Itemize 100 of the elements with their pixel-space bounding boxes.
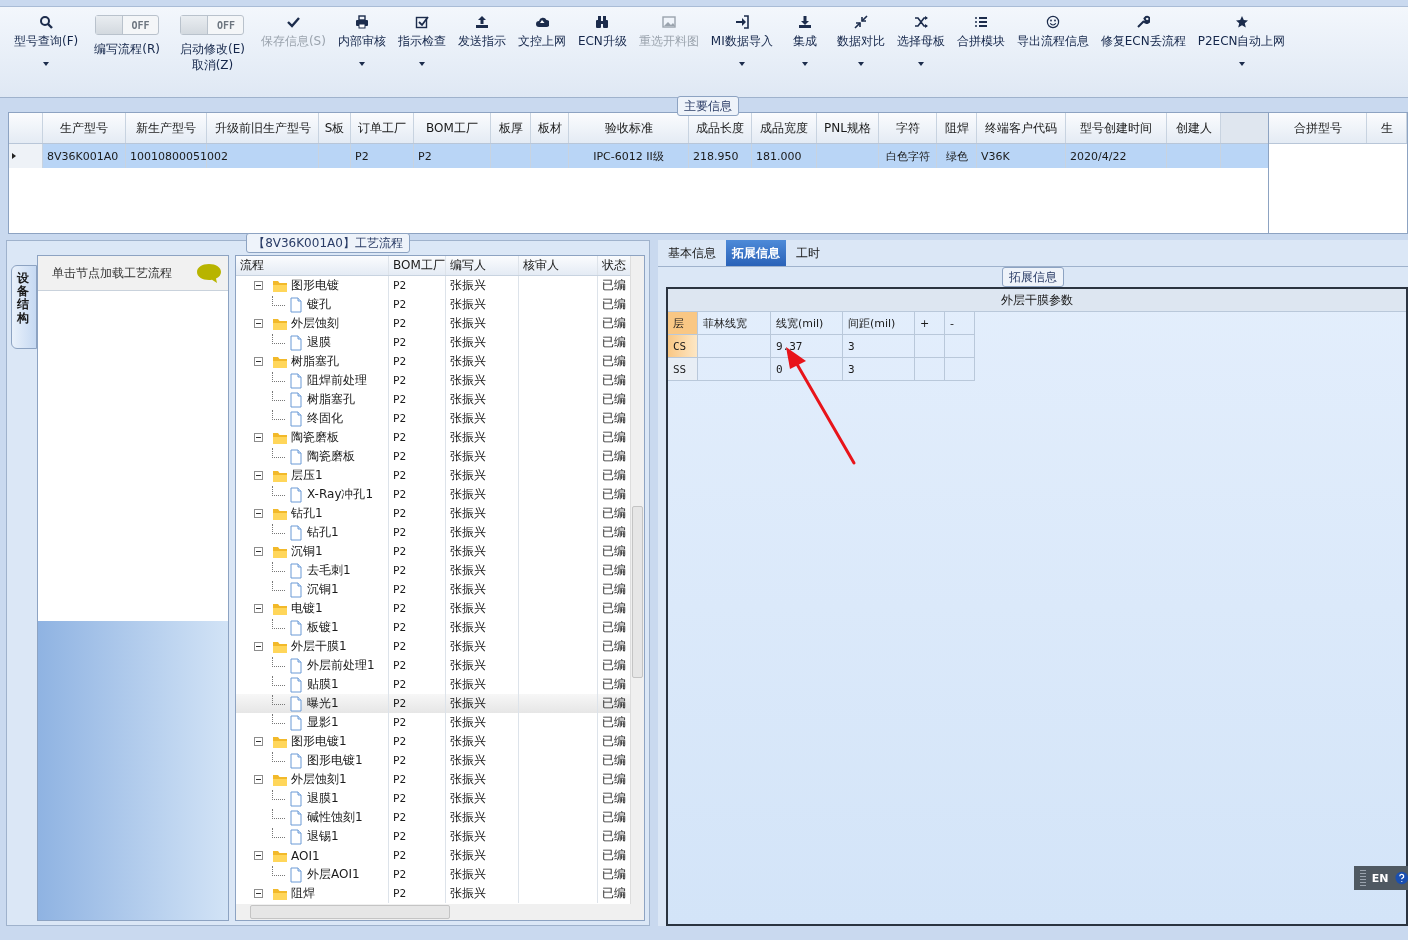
document-icon	[288, 581, 304, 598]
column-header[interactable]: 编写人	[446, 256, 519, 275]
toolbar-button[interactable]: 指示检查	[391, 15, 452, 69]
scrollbar[interactable]	[236, 904, 644, 920]
table-cell: 张振兴	[450, 790, 486, 807]
caret-icon[interactable]	[857, 62, 864, 66]
column-header[interactable]: 型号创建时间	[1066, 113, 1167, 143]
collapse-icon[interactable]	[254, 737, 263, 746]
caret-icon[interactable]	[43, 62, 50, 66]
column-header[interactable]: BOM工厂	[389, 256, 446, 275]
node-label: 曝光1	[307, 695, 339, 712]
collapse-icon[interactable]	[254, 547, 263, 556]
table-cell: 张振兴	[450, 429, 486, 446]
table-cell: P2	[393, 583, 407, 596]
column-header[interactable]: 成品宽度	[752, 113, 817, 143]
table-cell: 已编	[602, 866, 626, 883]
column-header[interactable]: -	[945, 312, 975, 335]
table-cell: 已编	[602, 334, 626, 351]
column-header[interactable]: 成品长度	[689, 113, 752, 143]
toolbar-button[interactable]: 取消(Z)	[191, 57, 234, 73]
scrollbar[interactable]	[630, 256, 644, 904]
column-header[interactable]: 新生产型号	[126, 113, 207, 143]
toolbar-button[interactable]: 导出流程信息	[1010, 15, 1095, 69]
tab[interactable]: 工时	[790, 240, 826, 266]
list-item[interactable]: 单击节点加载工艺流程	[38, 256, 228, 291]
collapse-icon[interactable]	[254, 851, 263, 860]
table-cell: P2	[393, 431, 407, 444]
toggle-switch[interactable]: OFF	[180, 15, 245, 35]
column-header[interactable]: 板材	[531, 113, 569, 143]
toolbar-button[interactable]: 选择母板	[890, 15, 951, 69]
toolbar-button[interactable]: 发送指示	[451, 15, 512, 69]
column-header[interactable]: 字符	[879, 113, 937, 143]
collapse-icon[interactable]	[254, 471, 263, 480]
column-header[interactable]: 线宽(mil)	[771, 312, 843, 335]
table-cell: 已编	[602, 733, 626, 750]
collapse-icon[interactable]	[254, 775, 263, 784]
column-header[interactable]: 合拼型号	[1269, 113, 1367, 143]
column-header[interactable]: 板厚	[491, 113, 531, 143]
column-header[interactable]: 菲林线宽	[698, 312, 771, 335]
column-header[interactable]: 流程	[236, 256, 389, 275]
table-cell: 已编	[602, 410, 626, 427]
tab[interactable]: 拓展信息	[726, 240, 786, 266]
toolbar-button[interactable]: 数据对比	[830, 15, 891, 69]
table-cell: 已编	[602, 277, 626, 294]
column-header[interactable]: 生产型号	[43, 113, 126, 143]
caret-icon[interactable]	[1238, 62, 1245, 66]
side-tab[interactable]: 设备结构	[11, 265, 37, 349]
table-cell: 张振兴	[450, 315, 486, 332]
toolbar-button[interactable]: 文控上网	[511, 15, 572, 69]
column-header[interactable]: 验收标准	[569, 113, 689, 143]
table-cell: 已编	[602, 790, 626, 807]
tab[interactable]: 基本信息	[662, 240, 722, 266]
table-cell: P2	[393, 792, 407, 805]
column-header[interactable]: 间距(mil)	[843, 312, 915, 335]
toolbar-button[interactable]: 修复ECN丢流程	[1094, 15, 1192, 69]
column-header[interactable]: 升级前旧生产型号	[207, 113, 319, 143]
collapse-icon[interactable]	[254, 319, 263, 328]
toolbar-button[interactable]: ECN升级	[571, 15, 633, 69]
table-cell: 2020/4/22	[1070, 149, 1127, 163]
caret-icon[interactable]	[418, 62, 425, 66]
toggle-switch[interactable]: OFF	[95, 15, 160, 35]
caret-icon[interactable]	[358, 62, 365, 66]
tree-row[interactable]: 曝光1 P2 张振兴 已编	[236, 694, 630, 713]
collapse-icon[interactable]	[254, 433, 263, 442]
toolbar-button[interactable]: P2ECN自动上网	[1191, 15, 1292, 69]
column-header[interactable]: 订单工厂	[351, 113, 414, 143]
node-label: 图形电镀1	[291, 733, 347, 750]
column-header[interactable]: 核审人	[519, 256, 598, 275]
toolbar-button[interactable]: 集成	[778, 15, 831, 69]
column-header[interactable]: BOM工厂	[414, 113, 491, 143]
toolbar-button[interactable]: 合拼模块	[950, 15, 1011, 69]
row-header[interactable]: SS	[668, 358, 698, 381]
node-label: 陶瓷磨板	[291, 429, 339, 446]
toolbar-button[interactable]: 型号查询(F)	[8, 15, 85, 69]
caret-icon[interactable]	[801, 62, 808, 66]
collapse-icon[interactable]	[254, 509, 263, 518]
column-header[interactable]: +	[915, 312, 945, 335]
column-header[interactable]: 层	[668, 312, 698, 335]
help-icon[interactable]	[1394, 871, 1408, 885]
row-header[interactable]: CS	[668, 335, 698, 358]
node-label: 终固化	[307, 410, 343, 427]
table-row[interactable]: 8V36K001A0 10010800051002 P2 P2 IPC-6012 II级 218.950 181.000 白色字符 绿色 V36K 2020/4/22	[9, 144, 1268, 168]
collapse-icon[interactable]	[254, 889, 263, 898]
language-bar[interactable]: EN	[1354, 866, 1408, 890]
column-header[interactable]: S板	[319, 113, 351, 143]
toolbar-button[interactable]: 内部审核	[331, 15, 392, 69]
collapse-icon[interactable]	[254, 281, 263, 290]
column-header[interactable]: PNL规格	[817, 113, 879, 143]
column-header[interactable]: 终端客户代码	[977, 113, 1066, 143]
collapse-icon[interactable]	[254, 604, 263, 613]
toolbar-button[interactable]: MI数据导入	[704, 15, 779, 69]
caret-icon[interactable]	[917, 62, 924, 66]
table-cell: 张振兴	[450, 695, 486, 712]
collapse-icon[interactable]	[254, 357, 263, 366]
node-label: 外层蚀刻1	[291, 771, 347, 788]
collapse-icon[interactable]	[254, 642, 263, 651]
table-cell: 张振兴	[450, 809, 486, 826]
caret-icon[interactable]	[738, 62, 745, 66]
column-header[interactable]: 生	[1367, 113, 1407, 143]
column-header[interactable]: 阻焊	[937, 113, 977, 143]
